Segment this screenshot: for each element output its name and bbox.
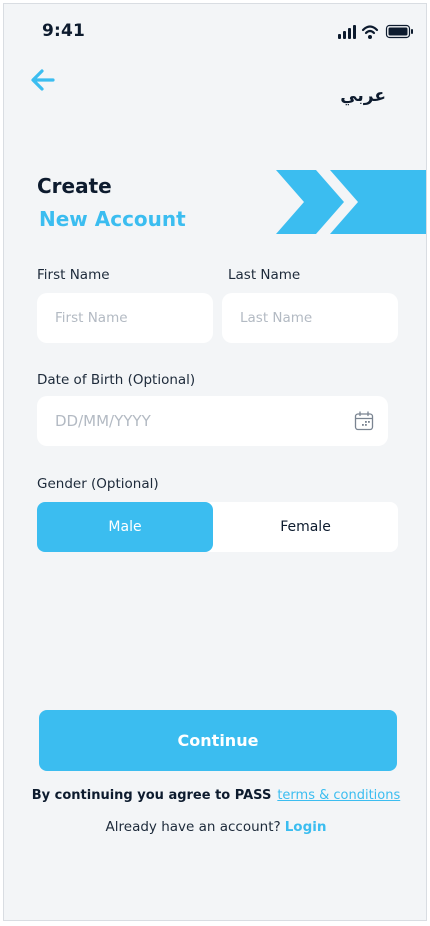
agree-text: By continuing you agree to PASS <box>31 788 272 803</box>
back-arrow-icon[interactable] <box>29 66 57 94</box>
first-name-label: First Name <box>37 267 110 283</box>
page-title-line1: Create <box>37 174 112 198</box>
battery-icon <box>385 24 413 39</box>
last-name-label: Last Name <box>228 267 301 283</box>
last-name-field <box>222 293 398 343</box>
login-prompt-text: Already have an account? <box>105 819 281 835</box>
page-title-line2: New Account <box>39 207 186 231</box>
calendar-icon[interactable] <box>354 411 374 431</box>
terms-link[interactable]: terms & conditions <box>277 788 400 803</box>
chevron-decoration <box>276 170 426 234</box>
dob-label: Date of Birth (Optional) <box>37 372 196 388</box>
first-name-field <box>37 293 213 343</box>
continue-button[interactable]: Continue <box>39 710 397 771</box>
login-prompt: Already have an account? Login <box>4 819 426 835</box>
dob-field <box>37 396 388 446</box>
status-icons <box>338 24 413 39</box>
language-toggle[interactable]: عربي <box>340 86 386 106</box>
create-account-screen: 9:41 عربي Create New Account First Name … <box>3 3 427 921</box>
last-name-input[interactable] <box>222 293 398 343</box>
first-name-input[interactable] <box>37 293 213 343</box>
gender-option-male[interactable]: Male <box>37 502 213 552</box>
status-time: 9:41 <box>42 21 86 41</box>
dob-input[interactable] <box>37 396 388 446</box>
gender-label: Gender (Optional) <box>37 476 159 492</box>
login-link[interactable]: Login <box>285 819 327 835</box>
gender-segmented-control: Male Female <box>37 502 398 552</box>
terms-agreement: By continuing you agree to PASS terms & c… <box>4 788 426 803</box>
wifi-icon <box>361 25 379 39</box>
signal-icon <box>338 25 356 39</box>
gender-option-female[interactable]: Female <box>213 502 398 552</box>
